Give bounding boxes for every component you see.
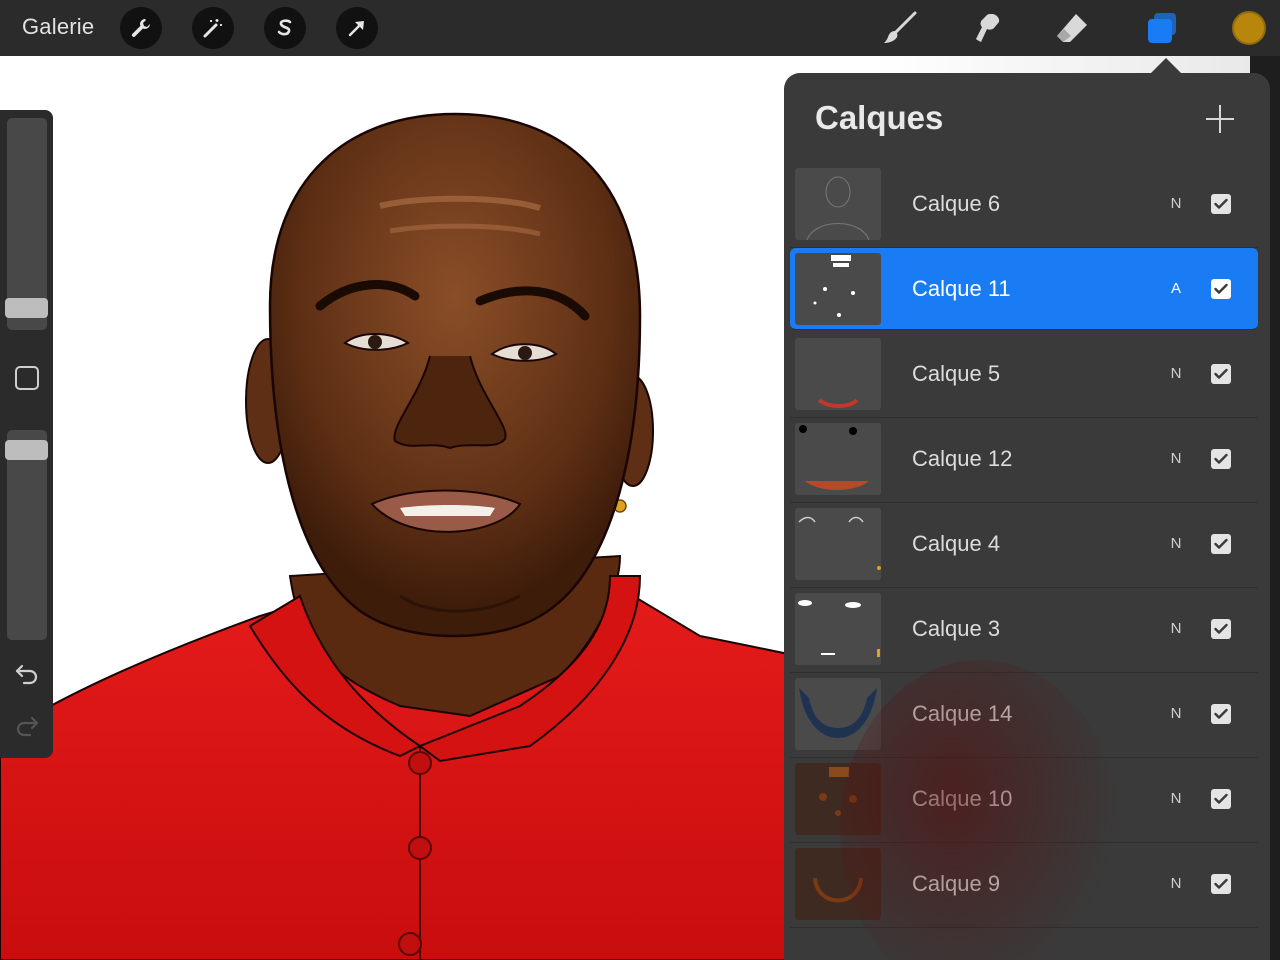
layer-name: Calque 6 — [912, 191, 1001, 216]
layer-name: Calque 4 — [912, 531, 1001, 556]
layer-thumbnail — [795, 168, 881, 240]
magic-wand-icon[interactable] — [192, 7, 234, 49]
layers-panel: Calques Calque 6 N Calque 11 A Calque 5 … — [784, 73, 1270, 960]
modify-square-icon[interactable] — [15, 366, 39, 390]
checkmark-icon — [1214, 793, 1228, 804]
layer-name: Calque 5 — [912, 361, 1001, 386]
layer-name: Calque 10 — [912, 786, 1013, 811]
wrench-icon[interactable] — [120, 7, 162, 49]
blend-mode-button[interactable]: N — [1168, 535, 1184, 552]
layer-name: Calque 9 — [912, 871, 1001, 896]
visibility-checkbox[interactable] — [1211, 279, 1231, 299]
checkmark-icon — [1214, 453, 1228, 464]
layer-row-calque-4[interactable]: Calque 4 N — [790, 503, 1258, 588]
visibility-checkbox[interactable] — [1211, 789, 1231, 809]
visibility-checkbox[interactable] — [1211, 364, 1231, 384]
layer-thumbnail — [795, 678, 881, 750]
layer-row-calque-3[interactable]: Calque 3 N — [790, 588, 1258, 673]
blend-mode-button[interactable]: A — [1168, 280, 1184, 297]
layers-icon[interactable] — [1142, 8, 1182, 48]
blend-mode-button[interactable]: N — [1168, 195, 1184, 212]
opacity-slider[interactable] — [7, 430, 47, 640]
layer-thumbnail — [795, 593, 881, 665]
blend-mode-button[interactable]: N — [1168, 790, 1184, 807]
visibility-checkbox[interactable] — [1211, 449, 1231, 469]
blend-mode-button[interactable]: N — [1168, 365, 1184, 382]
redo-icon[interactable] — [13, 714, 41, 738]
checkmark-icon — [1214, 623, 1228, 634]
checkmark-icon — [1214, 878, 1228, 889]
blend-mode-button[interactable]: N — [1168, 620, 1184, 637]
layer-thumbnail — [795, 508, 881, 580]
layer-thumbnail — [795, 423, 881, 495]
layer-name: Calque 11 — [912, 276, 1011, 301]
brush-icon[interactable] — [880, 8, 920, 48]
plus-icon[interactable] — [1204, 103, 1236, 135]
layer-row-calque-14[interactable]: Calque 14 N — [790, 673, 1258, 758]
layer-row-calque-5[interactable]: Calque 5 N — [790, 333, 1258, 418]
layer-name: Calque 12 — [912, 446, 1013, 471]
visibility-checkbox[interactable] — [1211, 194, 1231, 214]
blend-mode-button[interactable]: N — [1168, 450, 1184, 467]
layer-list: Calque 6 N Calque 11 A Calque 5 N Calque… — [790, 163, 1258, 928]
layer-thumbnail — [795, 848, 881, 920]
opacity-thumb[interactable] — [5, 439, 48, 460]
layer-row-calque-11[interactable]: Calque 11 A — [790, 248, 1258, 330]
layer-row-calque-10[interactable]: Calque 10 N — [790, 758, 1258, 843]
color-picker-button[interactable] — [1232, 11, 1266, 45]
panel-caret — [1150, 58, 1182, 74]
top-toolbar: Galerie — [0, 0, 1280, 56]
layer-row-calque-9[interactable]: Calque 9 N — [790, 843, 1258, 928]
arrow-transform-icon[interactable] — [336, 7, 378, 49]
visibility-checkbox[interactable] — [1211, 619, 1231, 639]
checkmark-icon — [1214, 368, 1228, 379]
visibility-checkbox[interactable] — [1211, 534, 1231, 554]
layer-row-calque-12[interactable]: Calque 12 N — [790, 418, 1258, 503]
undo-icon[interactable] — [13, 662, 41, 686]
layer-thumbnail — [795, 338, 881, 410]
panel-title: Calques — [815, 99, 944, 136]
layer-name: Calque 14 — [912, 701, 1013, 726]
checkmark-icon — [1214, 283, 1228, 294]
checkmark-icon — [1214, 708, 1228, 719]
left-sidebar — [0, 110, 53, 758]
layer-name: Calque 3 — [912, 616, 1001, 641]
blend-mode-button[interactable]: N — [1168, 875, 1184, 892]
visibility-checkbox[interactable] — [1211, 874, 1231, 894]
blend-mode-button[interactable]: N — [1168, 705, 1184, 722]
layer-thumbnail — [795, 763, 881, 835]
gallery-button[interactable]: Galerie — [22, 14, 94, 40]
layer-thumbnail — [795, 253, 881, 325]
brush-size-thumb[interactable] — [5, 298, 48, 319]
visibility-checkbox[interactable] — [1211, 704, 1231, 724]
smudge-icon[interactable] — [966, 8, 1006, 48]
selection-s-icon[interactable] — [264, 7, 306, 49]
layer-row-calque-6[interactable]: Calque 6 N — [790, 163, 1258, 248]
checkmark-icon — [1214, 198, 1228, 209]
eraser-icon[interactable] — [1052, 8, 1092, 48]
checkmark-icon — [1214, 538, 1228, 549]
